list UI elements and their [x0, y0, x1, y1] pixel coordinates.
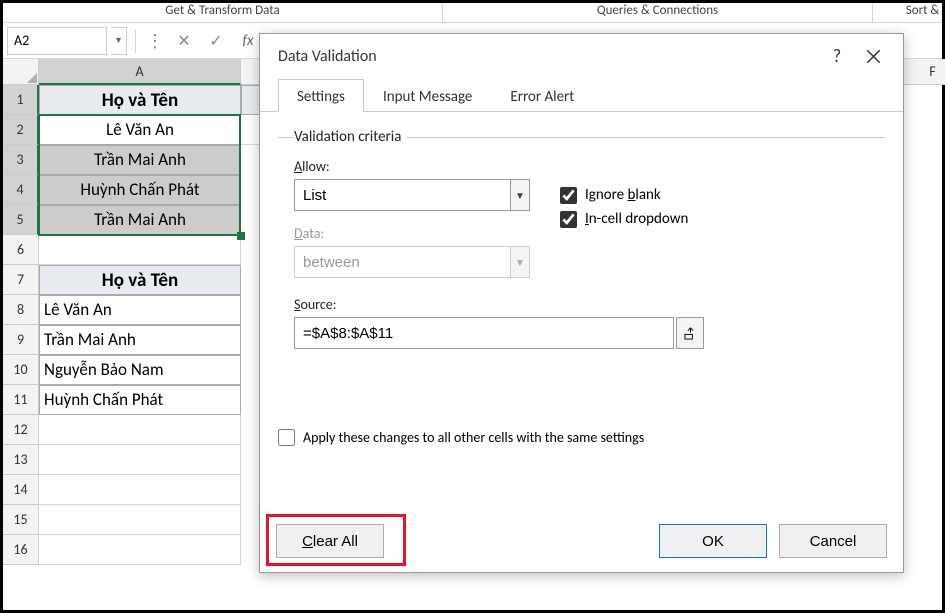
table2-row-4[interactable]: Huỳnh Chấn Phát: [39, 385, 241, 415]
ignore-blank-label: Ignore blank: [585, 186, 661, 204]
chevron-down-icon: ▼: [511, 246, 530, 278]
ribbon-group-get-transform: Get & Transform Data: [3, 3, 443, 22]
row-header-1[interactable]: 1: [3, 85, 39, 115]
cell-a13[interactable]: [39, 445, 241, 475]
cell-a15[interactable]: [39, 505, 241, 535]
apply-to-same-label: Apply these changes to all other cells w…: [303, 429, 644, 446]
dialog-titlebar[interactable]: Data Validation ?: [260, 34, 903, 78]
table1-row-1[interactable]: Lê Văn An: [39, 115, 241, 145]
table1-header[interactable]: Họ và Tên: [39, 85, 241, 115]
cell-a14[interactable]: [39, 475, 241, 505]
row-header-10[interactable]: 10: [3, 355, 39, 385]
cell-a6[interactable]: [39, 235, 241, 265]
data-dropdown: ▼: [294, 246, 530, 278]
row-header-6[interactable]: 6: [3, 235, 39, 265]
ribbon-group-sort: Sort &: [873, 3, 945, 22]
dialog-tabs: Settings Input Message Error Alert: [260, 78, 903, 112]
tab-settings[interactable]: Settings: [278, 79, 364, 112]
apply-to-same-input[interactable]: [278, 429, 295, 446]
dialog-help-button[interactable]: ?: [819, 40, 855, 72]
table2-row-3[interactable]: Nguyễn Bảo Nam: [39, 355, 241, 385]
cell-a16[interactable]: [39, 535, 241, 565]
allow-dropdown[interactable]: ▼: [294, 179, 530, 211]
cell-a12[interactable]: [39, 415, 241, 445]
source-input[interactable]: [294, 317, 674, 349]
row-header-15[interactable]: 15: [3, 505, 39, 535]
tab-input-message[interactable]: Input Message: [364, 79, 491, 112]
ribbon-group-labels: Get & Transform Data Queries & Connectio…: [3, 3, 942, 23]
select-all-corner[interactable]: [3, 59, 39, 85]
ok-button[interactable]: OK: [659, 524, 767, 558]
range-picker-icon: [684, 327, 697, 340]
data-label: Data:: [294, 225, 530, 242]
fx-icon[interactable]: fx: [234, 27, 262, 55]
data-value: [294, 246, 511, 278]
name-box[interactable]: A2: [7, 27, 107, 55]
dialog-body: Validation criteria Allow: ▼ Data: ▼: [260, 112, 903, 446]
clear-all-button[interactable]: Clear All: [276, 524, 384, 558]
allow-label: Allow:: [294, 158, 530, 175]
ribbon-group-queries-connections: Queries & Connections: [443, 3, 873, 22]
table2-header[interactable]: Họ và Tên: [39, 265, 241, 295]
range-picker-button[interactable]: [676, 317, 704, 349]
formula-bar-collapse-icon[interactable]: ⋮: [144, 30, 166, 52]
in-cell-dropdown-label: In-cell dropdown: [585, 210, 688, 228]
row-header-2[interactable]: 2: [3, 115, 39, 145]
source-label: Source:: [294, 296, 885, 313]
row-header-4[interactable]: 4: [3, 175, 39, 205]
close-icon: [866, 49, 881, 64]
enter-formula-icon: ✓: [202, 27, 230, 55]
cancel-formula-icon: ✕: [170, 27, 198, 55]
dialog-button-row: Clear All OK Cancel: [276, 524, 887, 558]
chevron-down-icon[interactable]: ▼: [511, 179, 530, 211]
validation-criteria-legend: Validation criteria: [294, 128, 407, 146]
row-header-8[interactable]: 8: [3, 295, 39, 325]
row-header-7[interactable]: 7: [3, 265, 39, 295]
dialog-title: Data Validation: [278, 47, 819, 66]
data-validation-dialog: Data Validation ? Settings Input Message…: [259, 33, 904, 573]
name-box-dropdown[interactable]: ▼: [111, 27, 127, 55]
in-cell-dropdown-input[interactable]: [560, 211, 577, 228]
ignore-blank-checkbox[interactable]: Ignore blank: [560, 186, 688, 204]
table1-row-4[interactable]: Trần Mai Anh: [39, 205, 241, 235]
row-header-11[interactable]: 11: [3, 385, 39, 415]
tab-error-alert[interactable]: Error Alert: [491, 79, 593, 112]
ignore-blank-input[interactable]: [560, 187, 577, 204]
col-header-a[interactable]: A: [39, 59, 241, 85]
table1-row-3[interactable]: Huỳnh Chấn Phát: [39, 175, 241, 205]
validation-criteria-group: Validation criteria Allow: ▼ Data: ▼: [278, 128, 885, 349]
row-header-14[interactable]: 14: [3, 475, 39, 505]
row-header-12[interactable]: 12: [3, 415, 39, 445]
cancel-button[interactable]: Cancel: [779, 524, 887, 558]
table2-row-2[interactable]: Trần Mai Anh: [39, 325, 241, 355]
row-header-9[interactable]: 9: [3, 325, 39, 355]
apply-to-same-checkbox[interactable]: Apply these changes to all other cells w…: [278, 429, 885, 446]
in-cell-dropdown-checkbox[interactable]: In-cell dropdown: [560, 210, 688, 228]
table2-row-1[interactable]: Lê Văn An: [39, 295, 241, 325]
allow-value[interactable]: [294, 179, 511, 211]
row-header-5[interactable]: 5: [3, 205, 39, 235]
row-header-16[interactable]: 16: [3, 535, 39, 565]
dialog-close-button[interactable]: [855, 40, 891, 72]
row-header-13[interactable]: 13: [3, 445, 39, 475]
row-header-3[interactable]: 3: [3, 145, 39, 175]
table1-row-2[interactable]: Trần Mai Anh: [39, 145, 241, 175]
